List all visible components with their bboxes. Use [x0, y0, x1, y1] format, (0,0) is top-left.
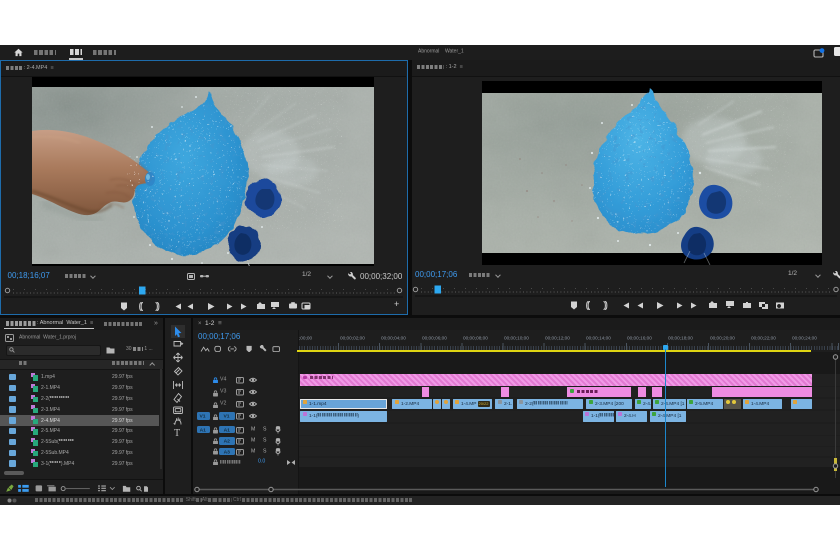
svg-text:T: T	[174, 428, 180, 437]
